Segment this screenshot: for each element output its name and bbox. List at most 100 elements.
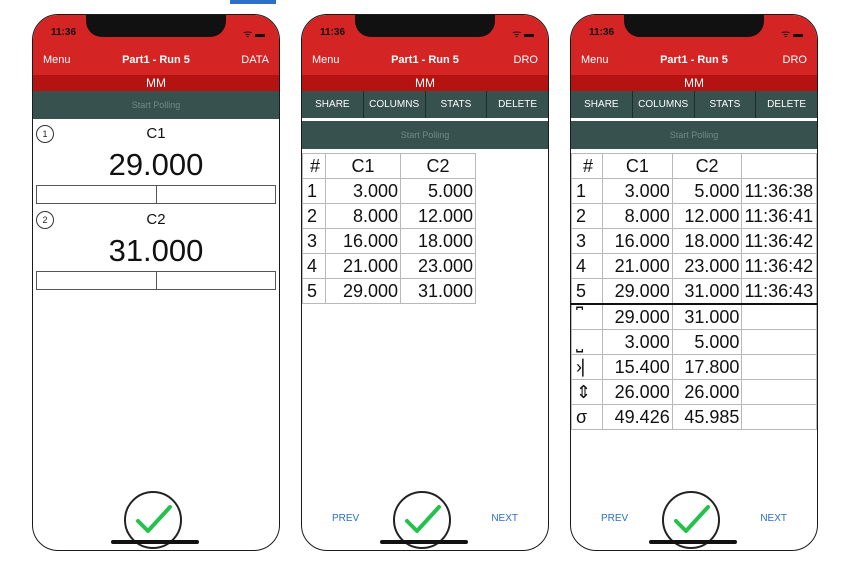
cell-c1: 3.000	[325, 178, 401, 204]
stat-c1: 49.426	[602, 404, 673, 430]
row-index: 4	[302, 253, 326, 279]
stat-c1: 29.000	[602, 303, 673, 330]
top-accent-bar	[230, 0, 276, 4]
readings-table: # C1 C2 1 3.000 5.000 2 8.000 12.000 3 16.000…	[302, 153, 476, 304]
max-icon: ⎴	[571, 303, 603, 330]
cell-time: 11:36:41	[741, 203, 817, 229]
columns-button[interactable]: COLUMNS	[633, 91, 695, 118]
phone-screen-data: 11:36 ᯤ ▬ Menu Part1 - Run 5 DRO MM SHAR…	[301, 14, 549, 551]
stat-c2: 45.985	[671, 404, 743, 430]
channel-deviation-bar	[36, 185, 276, 204]
cell-c2: 12.000	[671, 203, 743, 229]
column-header: #	[302, 153, 326, 179]
nav-bar: Menu Part1 - Run 5 DATA	[33, 45, 279, 75]
stat-c2: 26.000	[671, 379, 743, 405]
mean-icon: ›⎸	[571, 354, 603, 380]
checkmark-icon	[674, 505, 710, 533]
sigma-icon: σ	[571, 404, 603, 430]
start-polling-button[interactable]: Start Polling	[571, 121, 817, 149]
table-header-row: # C1 C2	[571, 153, 817, 179]
table-row[interactable]: 3 16.000 18.000 11:36:42	[571, 228, 817, 254]
share-button[interactable]: SHARE	[571, 91, 633, 118]
cell-c2: 5.000	[671, 178, 743, 204]
dro-button[interactable]: DRO	[783, 54, 807, 66]
run-title: Part1 - Run 5	[660, 54, 728, 66]
cell-c1: 21.000	[602, 253, 673, 279]
next-button[interactable]: NEXT	[491, 513, 518, 524]
data-toolbar: SHARE COLUMNS STATS DELETE	[571, 91, 817, 118]
min-icon: ⎵	[571, 329, 603, 355]
column-header[interactable]: C1	[325, 153, 401, 179]
next-button[interactable]: NEXT	[760, 513, 787, 524]
column-header[interactable]	[741, 153, 817, 179]
channel-value: 29.000	[108, 147, 204, 182]
row-index: 3	[302, 228, 326, 254]
table-row[interactable]: 1 3.000 5.000 11:36:38	[571, 178, 817, 204]
column-header[interactable]: C2	[400, 153, 476, 179]
stats-button[interactable]: STATS	[426, 91, 488, 118]
prev-button[interactable]: PREV	[601, 513, 628, 524]
cell-c2: 12.000	[400, 203, 476, 229]
cell-c2: 18.000	[671, 228, 743, 254]
column-header[interactable]: C2	[671, 153, 743, 179]
table-row[interactable]: 1 3.000 5.000	[302, 178, 476, 204]
signal-battery-icon: ᯤ ▬	[243, 29, 265, 40]
cell-time: 11:36:38	[741, 178, 817, 204]
phone-screen-stats: 11:36 ᯤ ▬ Menu Part1 - Run 5 DRO MM SHAR…	[570, 14, 818, 551]
stat-c1: 3.000	[602, 329, 673, 355]
columns-button[interactable]: COLUMNS	[364, 91, 426, 118]
channel-name: C2	[146, 211, 166, 228]
delete-button[interactable]: DELETE	[756, 91, 817, 118]
cell-time: 11:36:43	[741, 278, 817, 305]
dro-button[interactable]: DRO	[514, 54, 538, 66]
phone-screen-dro: 11:36 ᯤ ▬ Menu Part1 - Run 5 DATA MM Sta…	[32, 14, 280, 551]
signal-battery-icon: ᯤ ▬	[781, 29, 803, 40]
stats-row-mean: ›⎸ 15.400 17.800	[571, 354, 817, 380]
delete-button[interactable]: DELETE	[487, 91, 548, 118]
stats-row-range: ⇕ 26.000 26.000	[571, 379, 817, 405]
prev-button[interactable]: PREV	[332, 513, 359, 524]
stats-row-max: ⎴ 29.000 31.000	[571, 303, 817, 330]
cell-c1: 8.000	[325, 203, 401, 229]
table-row[interactable]: 5 29.000 31.000	[302, 278, 476, 304]
home-indicator[interactable]	[649, 540, 737, 544]
start-polling-button[interactable]: Start Polling	[33, 91, 279, 119]
range-icon: ⇕	[571, 379, 603, 405]
share-button[interactable]: SHARE	[302, 91, 364, 118]
stats-button[interactable]: STATS	[695, 91, 757, 118]
stat-c1: 15.400	[602, 354, 673, 380]
channel-value: 31.000	[108, 233, 204, 268]
cell-c1: 21.000	[325, 253, 401, 279]
status-time: 11:36	[320, 27, 346, 38]
units-label: MM	[571, 75, 817, 91]
status-time: 11:36	[589, 27, 615, 38]
start-polling-button[interactable]: Start Polling	[302, 121, 548, 149]
stats-row-sigma: σ 49.426 45.985	[571, 404, 817, 430]
cell-c1: 16.000	[325, 228, 401, 254]
signal-battery-icon: ᯤ ▬	[512, 29, 534, 40]
home-indicator[interactable]	[111, 540, 199, 544]
channel-name: C1	[146, 125, 166, 142]
stat-c1: 26.000	[602, 379, 673, 405]
table-row[interactable]: 4 21.000 23.000 11:36:42	[571, 253, 817, 279]
table-row[interactable]: 5 29.000 31.000 11:36:43	[571, 278, 817, 305]
data-button[interactable]: DATA	[241, 54, 269, 66]
column-header[interactable]: C1	[602, 153, 673, 179]
row-index: 3	[571, 228, 603, 254]
row-index: 5	[571, 278, 603, 305]
table-row[interactable]: 4 21.000 23.000	[302, 253, 476, 279]
row-index: 2	[571, 203, 603, 229]
readings-table: # C1 C2 1 3.000 5.000 11:36:38 2 8.000 12.000…	[571, 153, 817, 430]
home-indicator[interactable]	[380, 540, 468, 544]
row-index: 1	[302, 178, 326, 204]
table-row[interactable]: 2 8.000 12.000	[302, 203, 476, 229]
device-notch	[355, 15, 495, 37]
table-row[interactable]: 2 8.000 12.000 11:36:41	[571, 203, 817, 229]
table-row[interactable]: 3 16.000 18.000	[302, 228, 476, 254]
units-label: MM	[33, 75, 279, 91]
row-index: 2	[302, 203, 326, 229]
stats-row-min: ⎵ 3.000 5.000	[571, 329, 817, 355]
stat-c2: 17.800	[671, 354, 743, 380]
device-notch	[624, 15, 764, 37]
units-label: MM	[302, 75, 548, 91]
